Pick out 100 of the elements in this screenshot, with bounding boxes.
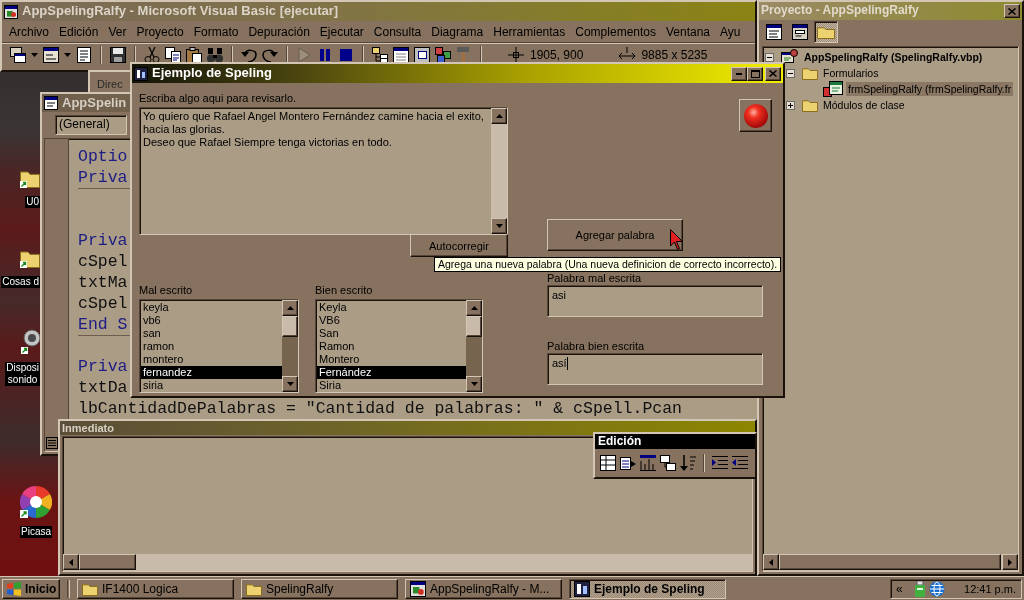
list-item[interactable]: Keyla bbox=[317, 301, 466, 314]
menu-item[interactable]: Proyecto bbox=[131, 22, 189, 41]
text-field[interactable]: así bbox=[547, 353, 763, 385]
globe-icon[interactable] bbox=[928, 580, 945, 597]
tree-icon[interactable] bbox=[372, 47, 388, 63]
collapse-icon[interactable] bbox=[785, 68, 795, 78]
text-field[interactable]: asi bbox=[547, 285, 763, 317]
menu-item[interactable]: Ventana bbox=[661, 22, 716, 41]
scrollbar-thumb[interactable] bbox=[282, 316, 298, 337]
undo-icon[interactable] bbox=[241, 47, 257, 63]
scissors-icon[interactable] bbox=[144, 47, 160, 63]
list-box[interactable]: keyla vb6 san ramon montero fernandez siria bbox=[139, 299, 299, 393]
desktop-icon-label[interactable]: U0 bbox=[25, 196, 40, 208]
table-icon[interactable] bbox=[600, 455, 616, 471]
maximize-button[interactable] bbox=[747, 66, 763, 81]
list-item[interactable]: fernandez bbox=[141, 366, 282, 379]
horizontal-scrollbar[interactable] bbox=[63, 554, 752, 571]
scroll-left-button[interactable] bbox=[763, 554, 779, 570]
start-button[interactable]: Inicio bbox=[2, 578, 60, 599]
scroll-right-button[interactable] bbox=[1002, 554, 1018, 570]
list-item[interactable]: keyla bbox=[141, 301, 282, 314]
copy-icon[interactable] bbox=[165, 47, 181, 63]
list-box[interactable]: Keyla VB6 San Ramon Montero Fernández Siria bbox=[315, 299, 483, 393]
stack-icon[interactable] bbox=[660, 455, 676, 471]
dropdown-arrow-icon[interactable] bbox=[31, 53, 38, 57]
tray-expand-button[interactable]: « bbox=[896, 581, 903, 596]
tree-item[interactable]: Formularios bbox=[821, 66, 881, 80]
window-list-icon[interactable] bbox=[620, 455, 636, 471]
speaker-icon[interactable] bbox=[20, 328, 40, 354]
sort-icon[interactable] bbox=[680, 455, 696, 471]
list-item[interactable]: siria bbox=[141, 379, 282, 392]
outdent-icon[interactable] bbox=[732, 455, 748, 471]
menu-item[interactable]: Ver bbox=[103, 22, 132, 41]
list-item[interactable]: Fernández bbox=[317, 366, 466, 379]
vertical-scrollbar[interactable] bbox=[282, 300, 298, 392]
windows-icon[interactable] bbox=[10, 47, 26, 63]
menu-item[interactable]: Diagrama bbox=[426, 22, 489, 41]
list-item[interactable]: San bbox=[317, 327, 466, 340]
menu-item[interactable]: Consulta bbox=[368, 22, 427, 41]
dropdown-arrow-icon[interactable] bbox=[64, 53, 71, 57]
list-item[interactable]: ramon bbox=[141, 340, 282, 353]
list-item[interactable]: Siria bbox=[317, 379, 466, 392]
horizontal-scrollbar[interactable] bbox=[763, 554, 1018, 571]
list-item[interactable]: Montero bbox=[317, 353, 466, 366]
list-item[interactable]: VB6 bbox=[317, 314, 466, 327]
close-button[interactable] bbox=[1004, 4, 1020, 18]
stop-icon[interactable] bbox=[338, 47, 354, 63]
crosshair-icon[interactable] bbox=[508, 47, 524, 63]
scroll-down-button[interactable] bbox=[491, 218, 507, 234]
save-icon[interactable] bbox=[110, 47, 126, 63]
list-icon[interactable] bbox=[76, 47, 92, 63]
orb-button[interactable] bbox=[739, 99, 772, 132]
menu-item[interactable]: Ejecutar bbox=[314, 22, 369, 41]
desktop-icon-label[interactable]: Disposi sonido bbox=[5, 362, 40, 386]
scroll-left-button[interactable] bbox=[63, 554, 79, 570]
pause-icon[interactable] bbox=[317, 47, 333, 63]
taskbar-button[interactable]: IF1400 Logica bbox=[77, 578, 234, 599]
pinwheel-icon[interactable] bbox=[20, 486, 52, 518]
properties-icon[interactable] bbox=[393, 47, 409, 63]
scroll-down-button[interactable] bbox=[466, 376, 482, 392]
taskbar-button[interactable]: SpelingRalfy bbox=[241, 578, 398, 599]
menu-item[interactable]: Depuración bbox=[243, 22, 315, 41]
scrollbar-thumb[interactable] bbox=[79, 554, 136, 570]
scroll-down-button[interactable] bbox=[282, 376, 298, 392]
tree-item[interactable]: AppSpelingRalfy (SpelingRalfy.vbp) bbox=[802, 50, 985, 64]
text-area-field[interactable]: Yo quiero que Rafael Angel Montero Fernández camine hacia el exito, hacia las glorias. Deseo que Rafael Siempre tenga victorias en todo. bbox=[139, 107, 508, 235]
scrollbar-thumb[interactable] bbox=[466, 316, 482, 337]
device-icon[interactable] bbox=[913, 580, 926, 597]
list-item[interactable]: Ramon bbox=[317, 340, 466, 353]
binoculars-icon[interactable] bbox=[207, 47, 223, 63]
list-item[interactable]: san bbox=[141, 327, 282, 340]
toggle-folders-button[interactable] bbox=[814, 21, 838, 43]
scroll-up-button[interactable] bbox=[282, 300, 298, 316]
hammer-icon[interactable] bbox=[456, 47, 472, 63]
menu-item[interactable]: Herramientas bbox=[488, 22, 571, 41]
expand-icon[interactable] bbox=[785, 100, 795, 110]
vertical-scrollbar[interactable] bbox=[491, 108, 507, 234]
menu-item[interactable]: Edición bbox=[54, 22, 104, 41]
layout-icon[interactable] bbox=[414, 47, 430, 63]
menu-item[interactable]: Archivo bbox=[4, 22, 54, 41]
taskbar-button[interactable]: AppSpelingRalfy - M... bbox=[405, 578, 562, 599]
close-button[interactable] bbox=[765, 66, 781, 81]
lines-icon[interactable] bbox=[46, 437, 58, 449]
scroll-up-button[interactable] bbox=[491, 108, 507, 124]
menu-item[interactable]: Ayu bbox=[715, 22, 746, 41]
folder-shortcut-icon[interactable] bbox=[20, 168, 40, 188]
scrollbar-thumb[interactable] bbox=[779, 554, 1001, 570]
vertical-scrollbar[interactable] bbox=[466, 300, 482, 392]
chart-icon[interactable] bbox=[640, 455, 656, 471]
taskbar-button[interactable]: Ejemplo de Speling bbox=[569, 578, 726, 599]
object-combo-box[interactable]: (General) bbox=[55, 115, 127, 135]
cubes-icon[interactable] bbox=[435, 47, 451, 63]
tree-item[interactable]: frmSpelingRalfy (frmSpelingRalfy.fr bbox=[846, 82, 1014, 96]
redo-icon[interactable] bbox=[262, 47, 278, 63]
form-icon[interactable] bbox=[43, 47, 59, 63]
menu-item[interactable]: Formato bbox=[188, 22, 244, 41]
tree-item[interactable]: Módulos de clase bbox=[821, 98, 907, 112]
add-word-button[interactable]: Agregar palabra bbox=[547, 219, 683, 251]
desktop-icon-label[interactable]: Picasa bbox=[20, 526, 52, 538]
indent-icon[interactable] bbox=[712, 455, 728, 471]
